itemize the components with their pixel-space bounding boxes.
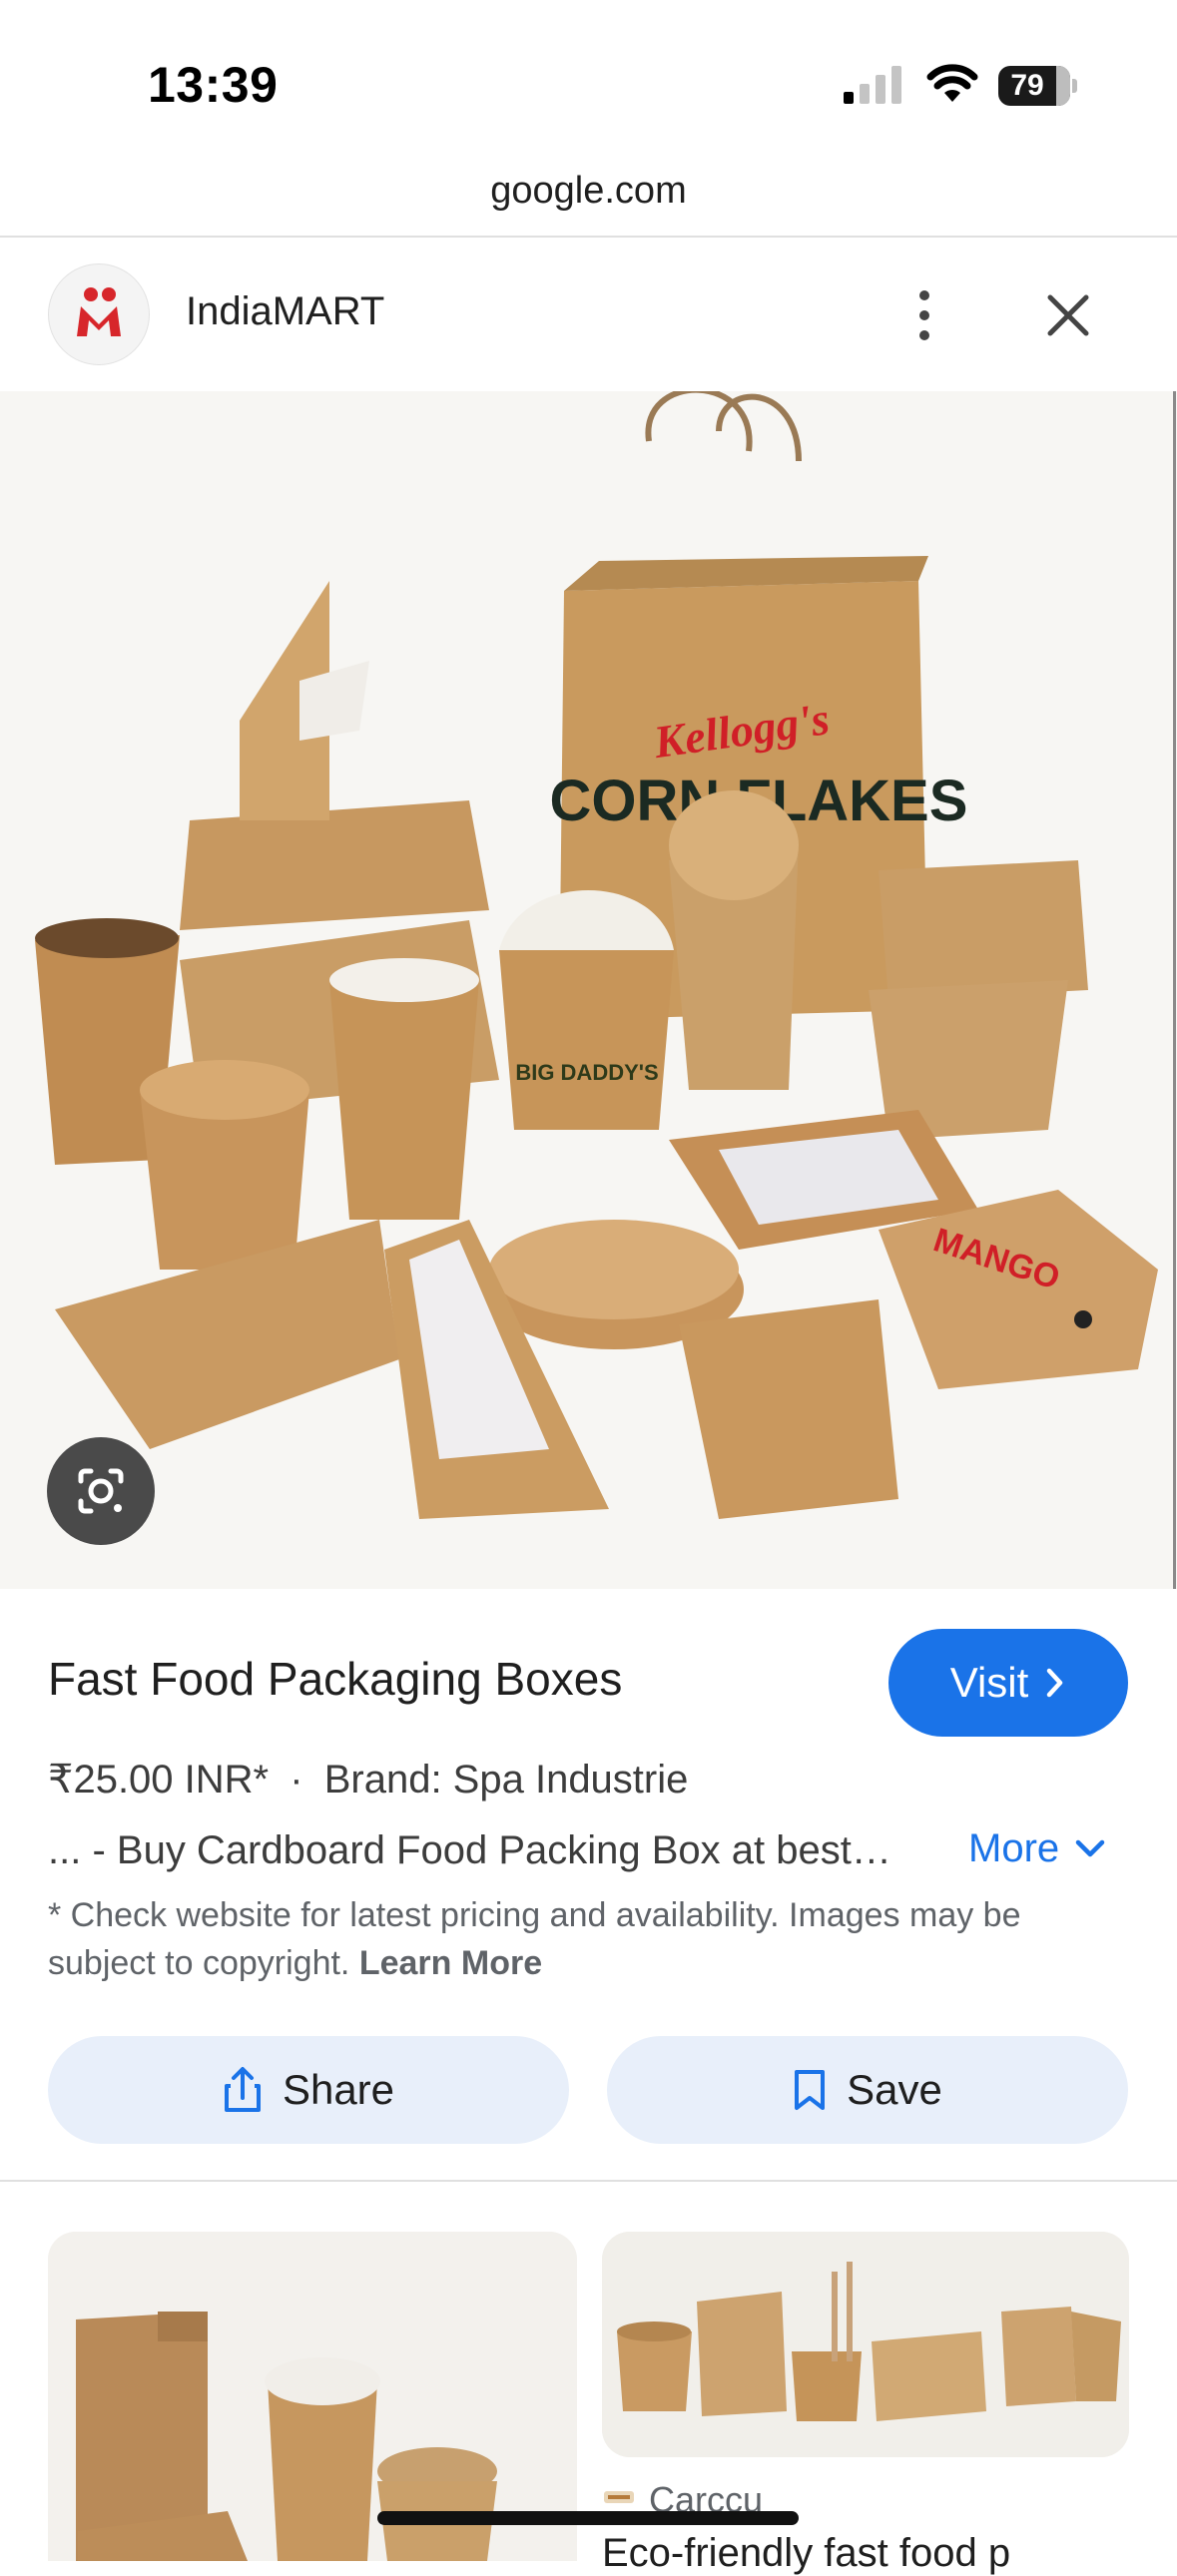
more-label: More: [968, 1826, 1060, 1870]
cellular-signal-icon: [844, 66, 901, 104]
close-icon[interactable]: [1038, 285, 1098, 345]
related-image-2-picture: [602, 2232, 1129, 2457]
chevron-down-icon: [1075, 1839, 1105, 1856]
section-divider: [0, 2180, 1177, 2182]
related-title[interactable]: Eco-friendly fast food p: [602, 2531, 1010, 2576]
share-button[interactable]: Share: [48, 2036, 569, 2144]
price-brand-line: ₹25.00 INR* · Brand: Spa Industrie: [48, 1757, 688, 1803]
battery-icon: 79: [998, 66, 1077, 106]
share-label: Share: [282, 2066, 395, 2113]
wifi-icon: [926, 64, 978, 102]
google-lens-button[interactable]: [47, 1437, 155, 1545]
product-image[interactable]: Kellogg's CORN FLAKES BIG DADDY'S MANGO: [0, 391, 1177, 1589]
share-icon: [224, 2067, 261, 2112]
indiamart-logo-icon: [77, 287, 121, 336]
source-name[interactable]: IndiaMART: [186, 289, 384, 334]
save-button[interactable]: Save: [607, 2036, 1128, 2144]
image-scrollbar[interactable]: [1173, 391, 1176, 1589]
description: ... - Buy Cardboard Food Packing Box at …: [48, 1828, 891, 1872]
separator: ·: [290, 1758, 303, 1802]
battery-level: 79: [1010, 69, 1044, 102]
visit-label: Visit: [949, 1659, 1029, 1706]
brand: Brand: Spa Industrie: [323, 1758, 689, 1802]
visit-button[interactable]: Visit: [888, 1629, 1128, 1737]
disclaimer: * Check website for latest pricing and a…: [48, 1891, 1136, 1987]
carccu-logo-icon: [604, 2491, 634, 2503]
url-divider: [0, 236, 1177, 238]
save-label: Save: [847, 2066, 942, 2113]
fries-box-text: BIG DADDY'S: [515, 1060, 658, 1085]
url-text[interactable]: google.com: [0, 170, 1177, 213]
more-button[interactable]: More: [968, 1826, 1107, 1871]
learn-more-link[interactable]: Learn More: [359, 1944, 542, 1982]
chevron-right-icon: [1047, 1668, 1063, 1698]
indiamart-logo: [48, 263, 150, 365]
lens-icon: [78, 1468, 124, 1514]
home-indicator[interactable]: [377, 2511, 799, 2525]
price: ₹25.00 INR*: [48, 1758, 270, 1802]
bookmark-icon: [795, 2070, 826, 2110]
product-title[interactable]: Fast Food Packaging Boxes: [48, 1652, 622, 1706]
status-time: 13:39: [148, 57, 279, 113]
related-image-2[interactable]: [602, 2232, 1129, 2457]
more-options-icon[interactable]: [906, 285, 942, 345]
